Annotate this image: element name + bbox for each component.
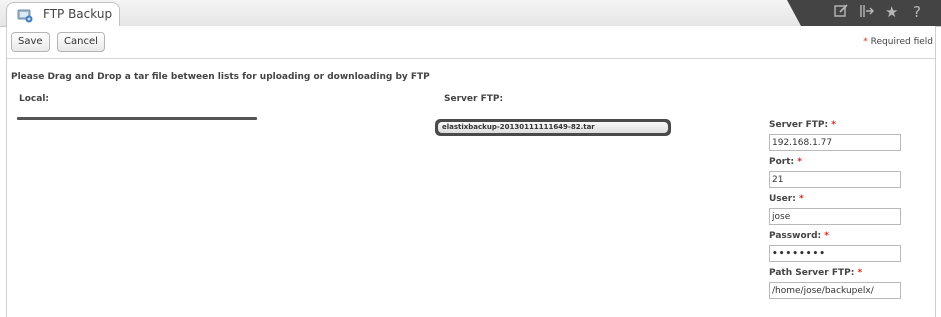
required-star: *: [797, 157, 802, 167]
instructions: Please Drag and Drop a tar file between …: [11, 72, 430, 82]
tab-tools: ★ ?: [787, 0, 941, 26]
help-icon[interactable]: ?: [913, 3, 921, 21]
required-star: *: [857, 268, 863, 278]
edit-icon[interactable]: [833, 3, 849, 23]
server-file-list[interactable]: elastixbackup-20130111111649-82.tar: [435, 119, 671, 136]
port-label-text: Port:: [769, 157, 795, 167]
local-file-list[interactable]: [17, 117, 257, 120]
server-ftp-label-text: Server FTP:: [769, 120, 829, 130]
required-star: *: [798, 194, 804, 204]
password-field-label: Password: *: [769, 231, 829, 241]
required-star: *: [863, 37, 868, 47]
star-icon[interactable]: ★: [885, 3, 898, 21]
server-list-label: Server FTP:: [444, 94, 504, 104]
tab-label: FTP Backup: [43, 7, 113, 21]
user-label-text: User:: [769, 194, 796, 204]
user-field-label: User: *: [769, 194, 804, 204]
port-input[interactable]: [769, 171, 901, 188]
user-input[interactable]: [769, 208, 901, 225]
required-star: *: [824, 231, 829, 241]
port-field-label: Port: *: [769, 157, 802, 167]
save-button[interactable]: Save: [11, 32, 50, 52]
server-ftp-input[interactable]: [769, 134, 901, 151]
server-ftp-field-label: Server FTP: *: [769, 120, 836, 130]
tab-bar: FTP Backup ★ ?: [0, 0, 941, 27]
cancel-button[interactable]: Cancel: [57, 32, 105, 52]
toolbar: Save Cancel * Required field: [7, 26, 935, 59]
required-note-text: Required field: [870, 37, 933, 47]
password-label-text: Password:: [769, 231, 822, 241]
server-file-item[interactable]: elastixbackup-20130111111649-82.tar: [438, 122, 668, 133]
path-field-label: Path Server FTP: *: [769, 268, 862, 278]
content-frame: Save Cancel * Required field Please Drag…: [6, 26, 936, 317]
password-input[interactable]: [769, 245, 901, 262]
required-star: *: [831, 120, 836, 130]
expand-icon[interactable]: [859, 3, 875, 23]
local-label: Local:: [19, 94, 50, 104]
ftp-backup-icon: [17, 8, 33, 23]
path-label-text: Path Server FTP:: [769, 268, 855, 278]
path-server-ftp-input[interactable]: [769, 282, 901, 299]
tab-ftp-backup[interactable]: FTP Backup: [6, 2, 120, 27]
required-field-note: * Required field: [863, 37, 933, 47]
